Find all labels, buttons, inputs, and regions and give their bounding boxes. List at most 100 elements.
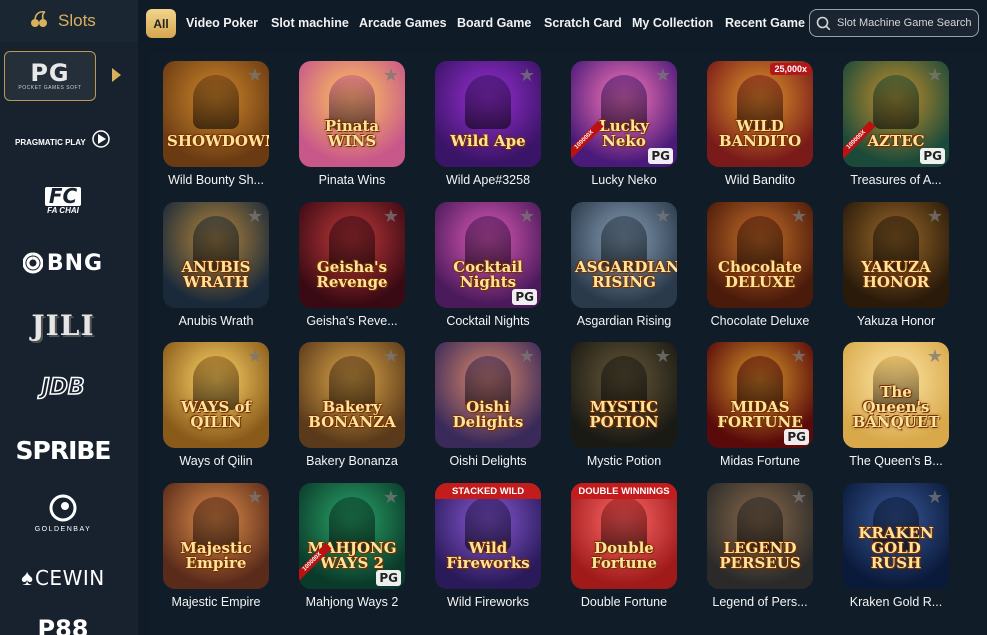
game-thumbnail[interactable]: Chocolate DELUXE ★ [707, 202, 813, 308]
game-thumbnail[interactable]: MIDAS FORTUNE ★ PG [707, 342, 813, 448]
game-thumbnail[interactable]: STACKED WILD Wild Fireworks [435, 483, 541, 589]
game-card[interactable]: Oishi Delights ★ Oishi Delights [420, 333, 556, 473]
favorite-star-icon[interactable]: ★ [655, 347, 671, 365]
game-card[interactable]: ANUBIS WRATH ★ Anubis Wrath [148, 193, 284, 333]
game-card[interactable]: MIDAS FORTUNE ★ PG Midas Fortune [692, 333, 828, 473]
game-card[interactable]: Bakery BONANZA ★ Bakery Bonanza [284, 333, 420, 473]
favorite-star-icon[interactable]: ★ [519, 66, 535, 84]
tab-my-collection[interactable]: My Collection [632, 16, 713, 30]
favorite-star-icon[interactable]: ★ [927, 207, 943, 225]
game-card[interactable]: Majestic Empire ★ Majestic Empire [148, 474, 284, 614]
game-thumbnail[interactable]: Pinata WINS ★ [299, 61, 405, 167]
tab-board-game[interactable]: Board Game [457, 16, 531, 30]
game-logo: YAKUZA HONOR [861, 258, 931, 291]
game-card[interactable]: WAYS of QILIN ★ Ways of Qilin [148, 333, 284, 473]
favorite-star-icon[interactable]: ★ [247, 66, 263, 84]
game-card[interactable]: AZTEC ★ 100000X PG Treasures of A... [828, 52, 964, 192]
tab-arcade-games[interactable]: Arcade Games [359, 16, 447, 30]
game-card[interactable]: Cocktail Nights ★ PG Cocktail Nights [420, 193, 556, 333]
favorite-star-icon[interactable]: ★ [655, 66, 671, 84]
game-title: Midas Fortune [720, 454, 800, 468]
game-card[interactable]: STACKED WILD Wild Fireworks Wild Fireworks [420, 474, 556, 614]
favorite-star-icon[interactable]: ★ [247, 488, 263, 506]
game-card[interactable]: Lucky Neko ★ 100000X PG Lucky Neko [556, 52, 692, 192]
game-card[interactable]: LEGEND PERSEUS ★ Legend of Pers... [692, 474, 828, 614]
tab-recent-game[interactable]: Recent Game [725, 16, 805, 30]
game-card[interactable]: 25,000x WILD BANDITO Wild Bandito [692, 52, 828, 192]
search-input[interactable] [837, 17, 977, 29]
provider-bng[interactable]: BNG [0, 248, 126, 278]
provider-goldenbay[interactable]: GOLDENBAY [0, 490, 126, 536]
tab-slot-machine[interactable]: Slot machine [271, 16, 349, 30]
character-figure [465, 75, 511, 129]
feature-banner: STACKED WILD [435, 483, 541, 499]
provider-cewin[interactable]: ♠ CEWIN [0, 563, 126, 593]
game-title: Oishi Delights [449, 454, 527, 468]
favorite-star-icon[interactable]: ★ [519, 207, 535, 225]
favorite-star-icon[interactable]: ★ [247, 347, 263, 365]
game-card[interactable]: Pinata WINS ★ Pinata Wins [284, 52, 420, 192]
provider-fa-chai[interactable]: FC FA CHAI [0, 184, 126, 218]
game-thumbnail[interactable]: Bakery BONANZA ★ [299, 342, 405, 448]
provider-spribe[interactable]: SPRIBE [0, 433, 126, 467]
provider-jili[interactable]: JILI [0, 308, 126, 342]
provider-p88[interactable]: P88 [0, 612, 126, 635]
game-thumbnail[interactable]: Majestic Empire ★ [163, 483, 269, 589]
game-title: Mystic Potion [586, 454, 662, 468]
game-thumbnail[interactable]: YAKUZA HONOR ★ [843, 202, 949, 308]
game-thumbnail[interactable]: AZTEC ★ 100000X PG [843, 61, 949, 167]
game-thumbnail[interactable]: SHOWDOWN ★ [163, 61, 269, 167]
favorite-star-icon[interactable]: ★ [791, 207, 807, 225]
game-card[interactable]: KRAKEN GOLD RUSH ★ Kraken Gold R... [828, 474, 964, 614]
game-thumbnail[interactable]: Cocktail Nights ★ PG [435, 202, 541, 308]
provider-jdb[interactable]: JDB [0, 371, 126, 403]
game-card[interactable]: Wild Ape ★ Wild Ape#3258 [420, 52, 556, 192]
favorite-star-icon[interactable]: ★ [791, 347, 807, 365]
favorite-star-icon[interactable]: ★ [927, 347, 943, 365]
game-card[interactable]: SHOWDOWN ★ Wild Bounty Sh... [148, 52, 284, 192]
game-card[interactable]: YAKUZA HONOR ★ Yakuza Honor [828, 193, 964, 333]
game-thumbnail[interactable]: WAYS of QILIN ★ [163, 342, 269, 448]
game-card[interactable]: ASGARDIAN RISING ★ Asgardian Rising [556, 193, 692, 333]
expand-arrow-icon[interactable] [112, 68, 121, 82]
provider-pragmatic-play[interactable]: PRAGMATIC PLAY [0, 123, 126, 157]
game-thumbnail[interactable]: ASGARDIAN RISING ★ [571, 202, 677, 308]
favorite-star-icon[interactable]: ★ [927, 66, 943, 84]
favorite-star-icon[interactable]: ★ [791, 488, 807, 506]
favorite-star-icon[interactable]: ★ [383, 347, 399, 365]
favorite-star-icon[interactable]: ★ [383, 207, 399, 225]
favorite-star-icon[interactable]: ★ [655, 207, 671, 225]
game-thumbnail[interactable]: DOUBLE WINNINGS Double Fortune [571, 483, 677, 589]
game-thumbnail[interactable]: KRAKEN GOLD RUSH ★ [843, 483, 949, 589]
game-thumbnail[interactable]: Lucky Neko ★ 100000X PG [571, 61, 677, 167]
game-card[interactable]: Chocolate DELUXE ★ Chocolate Deluxe [692, 193, 828, 333]
game-card[interactable]: The Queen's BANQUET ★ The Queen's B... [828, 333, 964, 473]
pg-badge: PG [784, 429, 809, 445]
game-thumbnail[interactable]: Geisha's Revenge ★ [299, 202, 405, 308]
game-card[interactable]: MYSTIC POTION ★ Mystic Potion [556, 333, 692, 473]
game-thumbnail[interactable]: 25,000x WILD BANDITO [707, 61, 813, 167]
tab-all[interactable]: All [146, 9, 176, 38]
game-search[interactable] [809, 9, 979, 37]
favorite-star-icon[interactable]: ★ [383, 66, 399, 84]
game-thumbnail[interactable]: LEGEND PERSEUS ★ [707, 483, 813, 589]
game-thumbnail[interactable]: MYSTIC POTION ★ [571, 342, 677, 448]
game-thumbnail[interactable]: The Queen's BANQUET ★ [843, 342, 949, 448]
tab-video-poker[interactable]: Video Poker [186, 16, 258, 30]
game-logo: Bakery BONANZA [308, 398, 396, 431]
favorite-star-icon[interactable]: ★ [247, 207, 263, 225]
game-card[interactable]: DOUBLE WINNINGS Double Fortune Double Fort… [556, 474, 692, 614]
game-card[interactable]: MAHJONG WAYS 2 ★ 100000X PG Mahjong Ways 2 [284, 474, 420, 614]
game-thumbnail[interactable]: Wild Ape ★ [435, 61, 541, 167]
tab-scratch-card[interactable]: Scratch Card [544, 16, 622, 30]
favorite-star-icon[interactable]: ★ [383, 488, 399, 506]
game-thumbnail[interactable]: MAHJONG WAYS 2 ★ 100000X PG [299, 483, 405, 589]
favorite-star-icon[interactable]: ★ [927, 488, 943, 506]
game-card[interactable]: Geisha's Revenge ★ Geisha's Reve... [284, 193, 420, 333]
provider-pg[interactable]: PG POCKET GAMES SOFT [4, 51, 96, 101]
favorite-star-icon[interactable]: ★ [519, 347, 535, 365]
game-thumbnail[interactable]: ANUBIS WRATH ★ [163, 202, 269, 308]
game-title: Geisha's Reve... [306, 314, 398, 328]
game-grid: SHOWDOWN ★ Wild Bounty Sh... Pinata WINS ★ Pi… [148, 52, 986, 635]
game-thumbnail[interactable]: Oishi Delights ★ [435, 342, 541, 448]
